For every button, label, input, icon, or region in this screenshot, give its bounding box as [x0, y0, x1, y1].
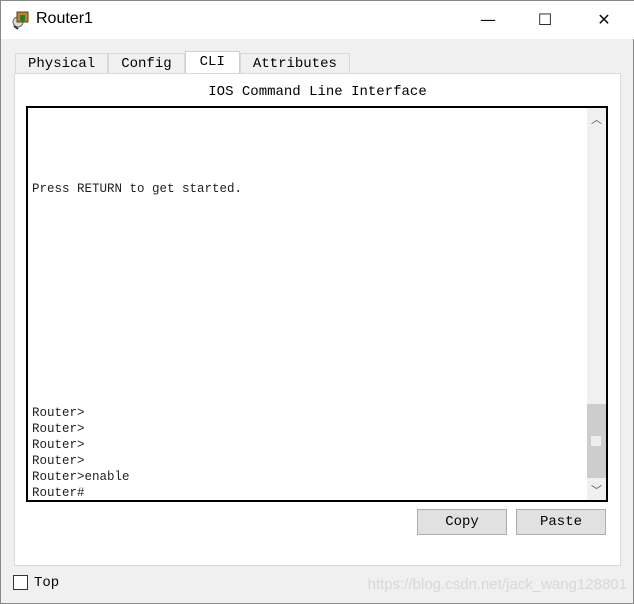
top-label: Top: [34, 575, 60, 591]
scroll-up-icon[interactable]: ︿: [587, 111, 606, 127]
terminal-line: Router>: [32, 438, 85, 452]
scroll-down-icon[interactable]: ﹀: [587, 482, 606, 498]
terminal-line: Router>enable: [32, 470, 130, 484]
minimize-button[interactable]: —: [475, 9, 501, 31]
router-icon: [12, 11, 29, 30]
cli-terminal[interactable]: Press RETURN to get started. Router> Rou…: [26, 106, 608, 502]
terminal-line: Press RETURN to get started.: [32, 182, 243, 196]
terminal-line: Router>: [32, 406, 85, 420]
terminal-line: Router>: [32, 422, 85, 436]
tab-config[interactable]: Config: [108, 53, 185, 74]
tab-cli[interactable]: CLI: [184, 51, 240, 74]
top-checkbox[interactable]: [13, 575, 28, 590]
copy-button[interactable]: Copy: [417, 509, 507, 535]
maximize-button[interactable]: ☐: [532, 9, 558, 31]
cli-panel: IOS Command Line Interface Press RETURN …: [14, 73, 621, 566]
scrollbar-thumb[interactable]: [587, 404, 606, 478]
terminal-line: Router>: [32, 454, 85, 468]
terminal-line: Router#: [32, 486, 85, 500]
title-bar: Router1 — ☐ ✕: [1, 1, 634, 39]
window-title: Router1: [36, 10, 93, 27]
tab-bar: Physical Config CLI Attributes: [15, 51, 350, 74]
tab-attributes[interactable]: Attributes: [239, 53, 350, 74]
tab-physical[interactable]: Physical: [15, 53, 109, 74]
cli-heading: IOS Command Line Interface: [208, 84, 427, 100]
paste-button[interactable]: Paste: [516, 509, 606, 535]
close-button[interactable]: ✕: [591, 9, 617, 31]
watermark: https://blog.csdn.net/jack_wang128801: [367, 576, 627, 593]
vertical-scrollbar[interactable]: ︿ ﹀: [587, 108, 606, 500]
